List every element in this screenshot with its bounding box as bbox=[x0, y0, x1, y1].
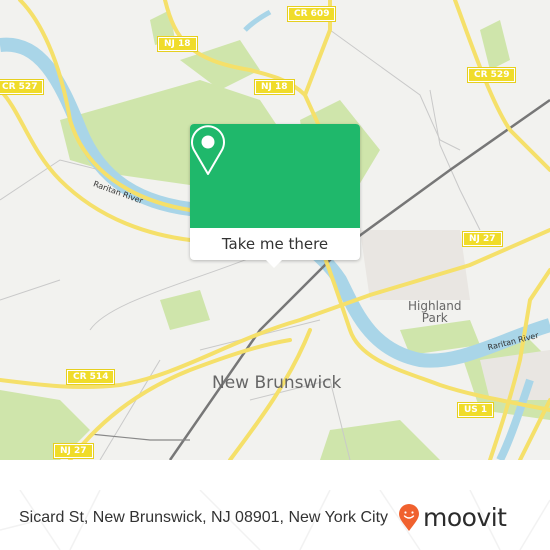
rail-spur bbox=[89, 433, 190, 441]
take-me-there-button[interactable]: Take me there bbox=[190, 228, 360, 260]
popup-header bbox=[190, 124, 360, 228]
address-text: Sicard St, New Brunswick, NJ 08901, New … bbox=[19, 509, 389, 526]
footer-bar: Sicard St, New Brunswick, NJ 08901, New … bbox=[0, 490, 550, 550]
road-shield-cr-529: CR 529 bbox=[466, 67, 517, 83]
place-label-line: Park bbox=[421, 311, 448, 325]
location-pin-icon bbox=[191, 125, 225, 175]
place-label-new-brunswick: New Brunswick bbox=[212, 373, 342, 393]
popup-pointer bbox=[266, 260, 282, 268]
moovit-logo[interactable]: moovit bbox=[398, 503, 507, 532]
road-shield-us-1: US 1 bbox=[456, 402, 495, 418]
road-shield-cr-609: CR 609 bbox=[286, 6, 337, 22]
road-shield-nj-18: NJ 18 bbox=[254, 79, 295, 95]
place-label-highland-park: Highland Park bbox=[408, 300, 462, 324]
road-shield-cr-527: CR 527 bbox=[0, 79, 45, 95]
road-shield-cr-514: CR 514 bbox=[65, 369, 116, 385]
moovit-smile-pin-icon bbox=[399, 503, 419, 531]
moovit-logo-text: moovit bbox=[423, 503, 507, 532]
road-shield-nj-27: NJ 27 bbox=[462, 231, 503, 247]
map-canvas[interactable]: CR 527 NJ 18 NJ 18 CR 609 CR 529 NJ 27 C… bbox=[0, 0, 550, 460]
location-popup: Take me there bbox=[190, 124, 360, 268]
road-shield-nj-27: NJ 27 bbox=[53, 443, 94, 459]
pond bbox=[243, 9, 272, 32]
road-shield-nj-18: NJ 18 bbox=[157, 36, 198, 52]
